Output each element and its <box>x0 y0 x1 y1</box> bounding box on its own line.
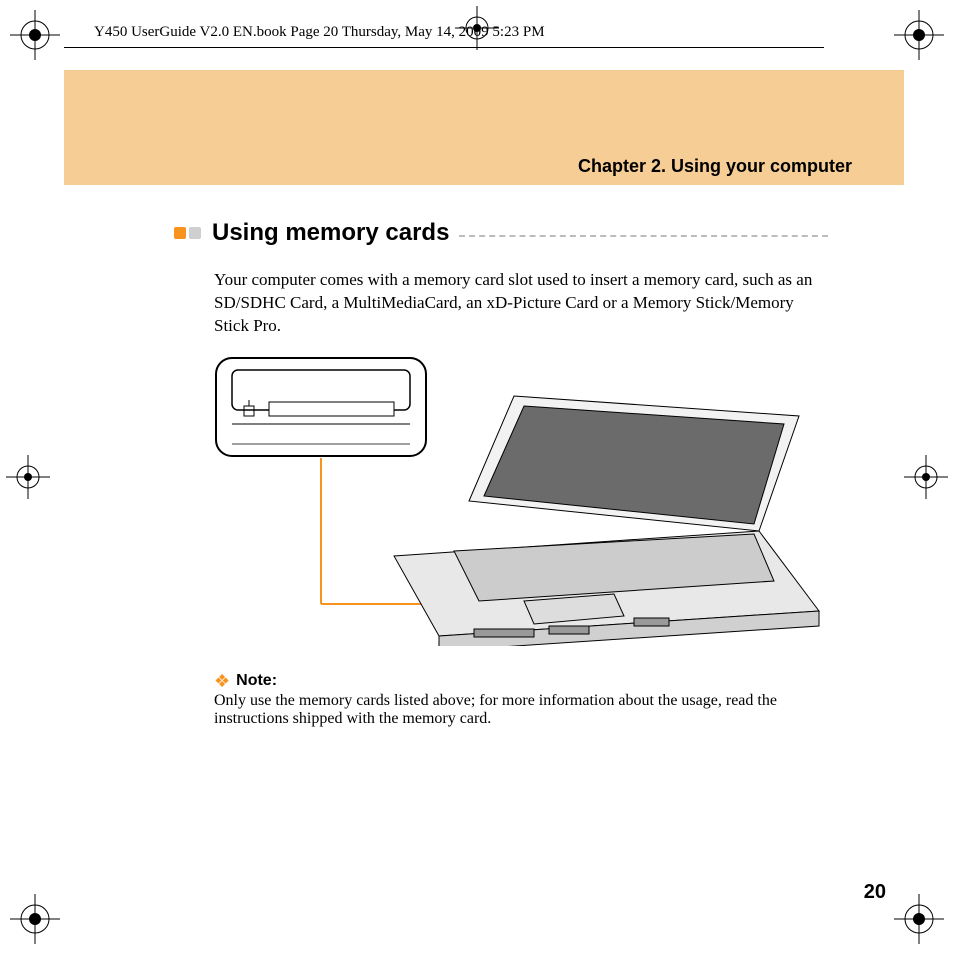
header-rule <box>64 47 824 48</box>
page-number: 20 <box>864 881 886 904</box>
bullet-icon <box>189 227 201 239</box>
crop-mark-icon <box>894 894 944 944</box>
illustration <box>214 356 828 646</box>
note-marker-icon: ❖ <box>214 672 230 690</box>
crop-mark-icon <box>894 10 944 60</box>
section-heading: Using memory cards <box>174 219 828 247</box>
chapter-banner: Chapter 2. Using your computer <box>64 70 904 185</box>
chapter-title: Chapter 2. Using your computer <box>578 156 852 177</box>
bullet-icon <box>174 227 186 239</box>
running-head: Y450 UserGuide V2.0 EN.book Page 20 Thur… <box>64 22 898 43</box>
registration-mark-icon <box>904 455 948 499</box>
section-title: Using memory cards <box>212 219 449 247</box>
note-heading: ❖ Note: <box>214 672 828 690</box>
note-label: Note: <box>236 672 277 690</box>
note-text: Only use the memory cards listed above; … <box>214 692 828 728</box>
intro-paragraph: Your computer comes with a memory card s… <box>214 269 828 338</box>
crop-mark-icon <box>10 894 60 944</box>
leader-line <box>459 235 828 237</box>
registration-mark-icon <box>6 455 50 499</box>
crop-mark-icon <box>10 10 60 60</box>
